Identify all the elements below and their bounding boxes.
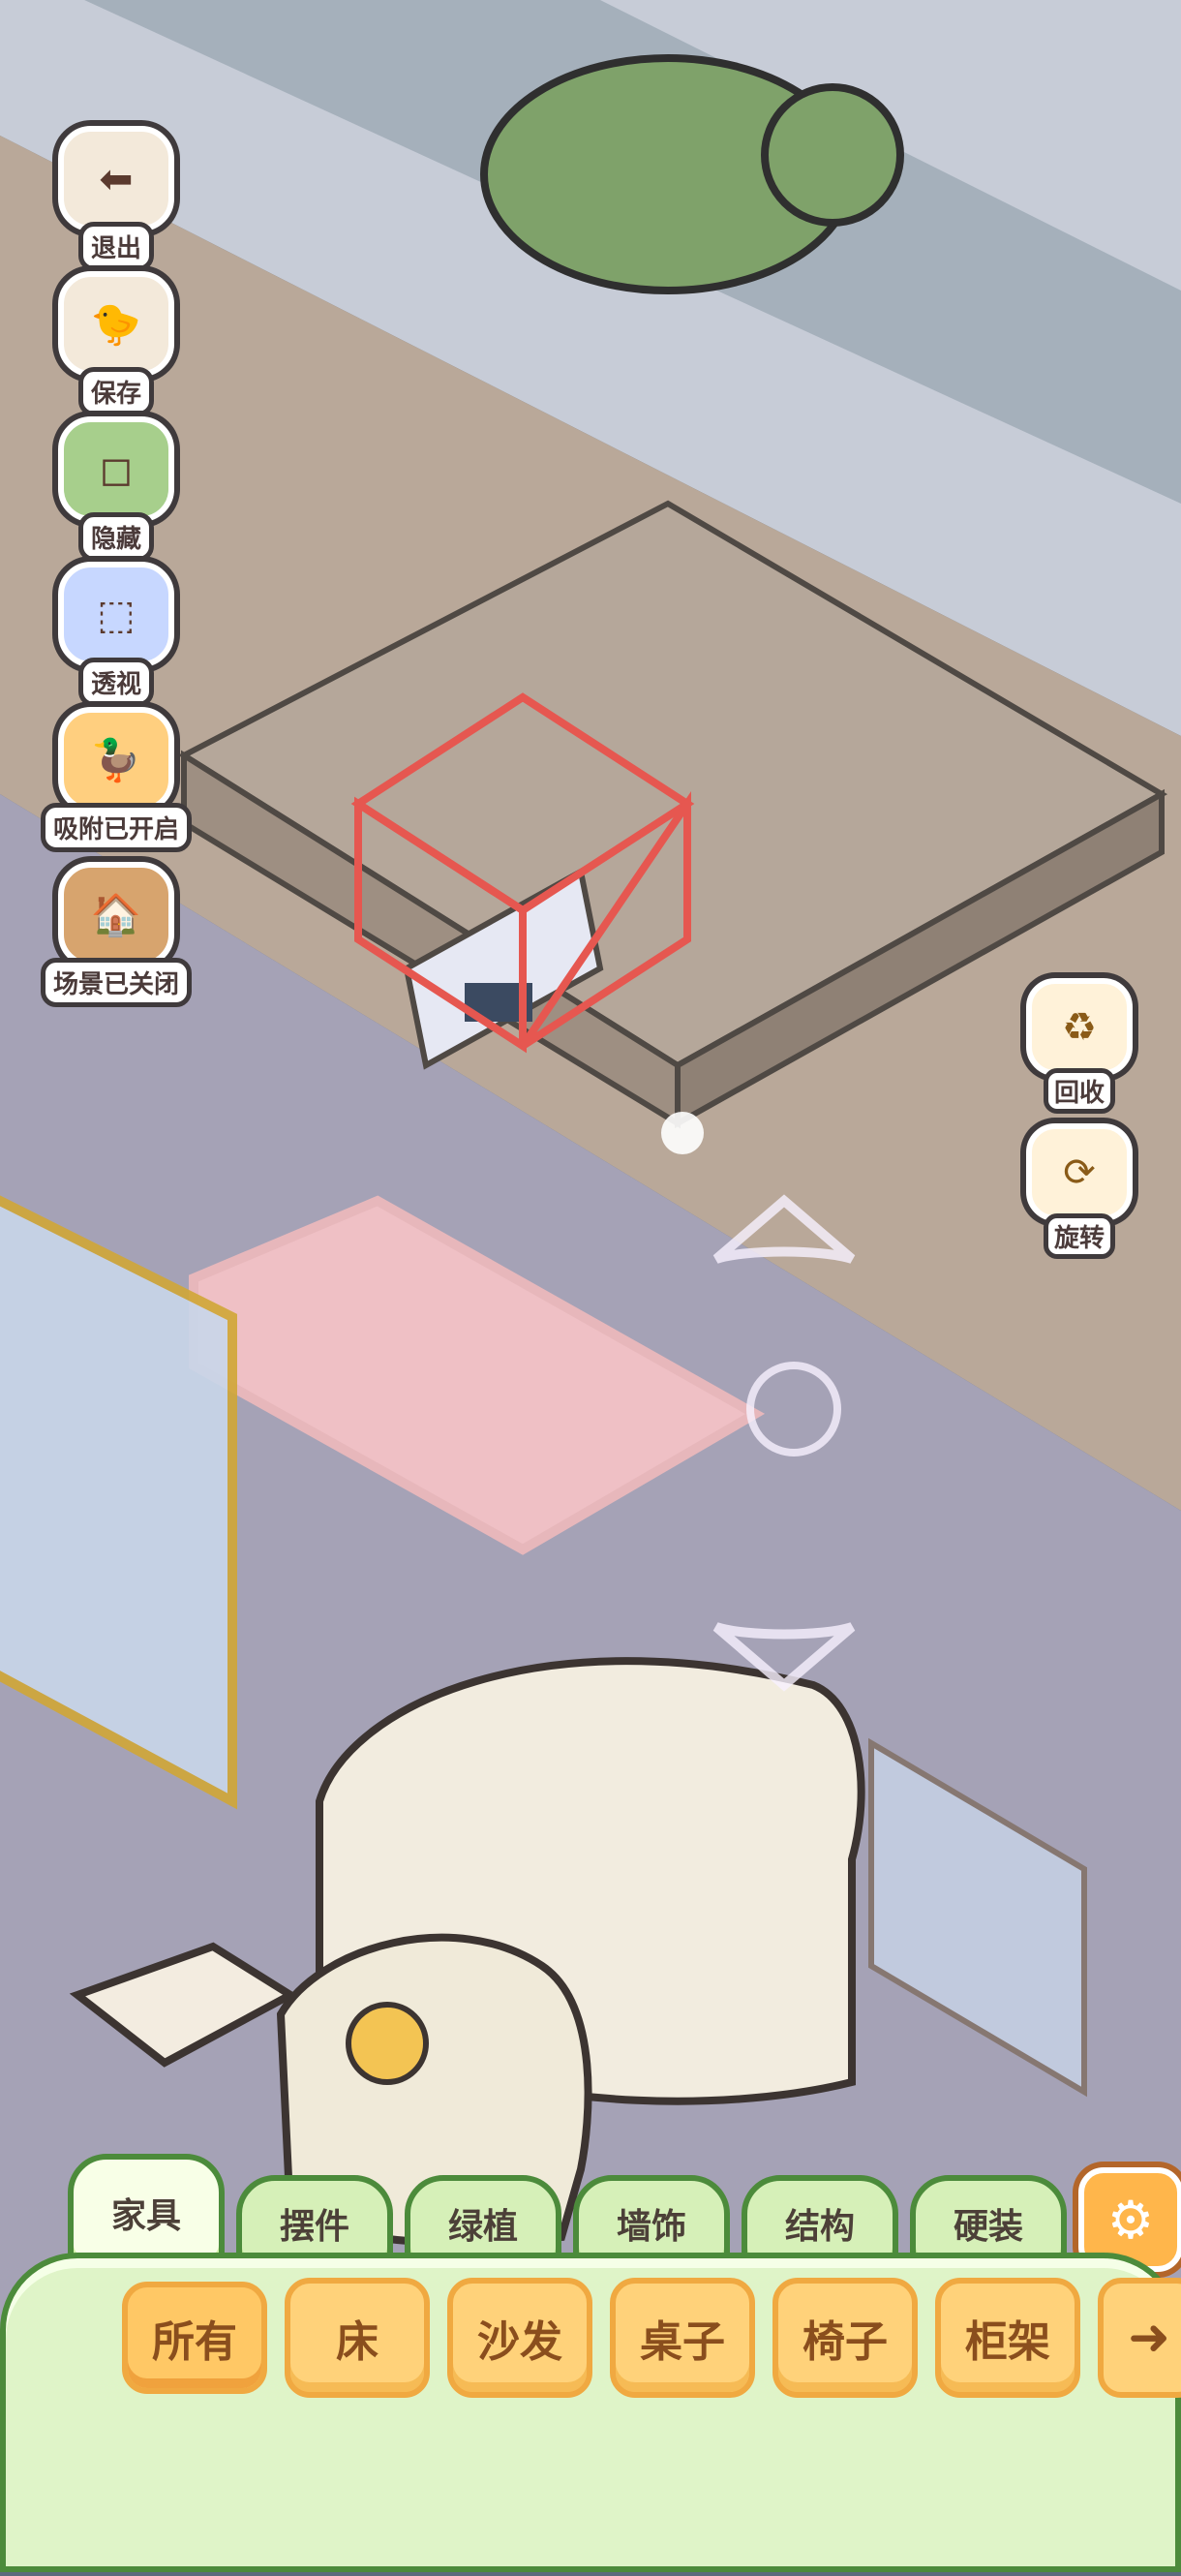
category-all-label: 所有 xyxy=(152,2317,237,2367)
category-chair[interactable]: 椅子 xyxy=(772,2278,918,2398)
rotate-label: 旋转 xyxy=(1043,1213,1115,1259)
movement-controls xyxy=(697,1181,891,1724)
scene-house-icon: 🏠 xyxy=(58,862,174,967)
move-center-ring[interactable] xyxy=(741,1356,847,1462)
category-shelf-label: 柜架 xyxy=(965,2317,1050,2367)
save-label: 保存 xyxy=(77,367,154,416)
exit-button[interactable]: ⬅ 退出 xyxy=(39,126,194,271)
snap-duck-icon: 🦆 xyxy=(58,707,174,813)
tab-furniture-label: 家具 xyxy=(110,2196,181,2236)
gear-icon: ⚙ xyxy=(1106,2189,1155,2251)
snap-label: 吸附已开启 xyxy=(40,803,192,852)
exit-label: 退出 xyxy=(77,222,154,271)
tab-plants-label: 绿植 xyxy=(447,2207,518,2247)
hide-label: 隐藏 xyxy=(77,512,154,562)
perspective-cube-icon: ⬚ xyxy=(58,562,174,667)
category-shelf[interactable]: 柜架 xyxy=(935,2278,1080,2398)
hide-frame-icon: ◻ xyxy=(58,416,174,522)
save-duck-icon: 🐤 xyxy=(58,271,174,377)
tab-hardware-label: 硬装 xyxy=(953,2207,1023,2247)
rotate-button[interactable]: ⟳ 旋转 xyxy=(1016,1123,1142,1259)
tab-wall-decor-label: 墙饰 xyxy=(616,2207,686,2247)
hide-button[interactable]: ◻ 隐藏 xyxy=(39,416,194,562)
category-bed[interactable]: 床 xyxy=(285,2278,430,2398)
rotate-hand-icon: ⟳ xyxy=(1026,1123,1133,1221)
save-button[interactable]: 🐤 保存 xyxy=(39,271,194,416)
arrow-right-icon: ➜ xyxy=(1128,2309,1170,2367)
recycle-icon: ♻ xyxy=(1026,978,1133,1076)
category-sofa[interactable]: 沙发 xyxy=(447,2278,592,2398)
tab-structure-label: 结构 xyxy=(784,2207,855,2247)
tab-decor-label: 摆件 xyxy=(279,2207,349,2247)
category-all[interactable]: 所有 xyxy=(122,2282,267,2394)
recycle-button[interactable]: ♻ 回收 xyxy=(1016,978,1142,1114)
snap-toggle-button[interactable]: 🦆 吸附已开启 xyxy=(39,707,194,852)
category-sofa-label: 沙发 xyxy=(477,2317,562,2367)
category-panel: 所有 床 沙发 桌子 椅子 柜架 ➜ xyxy=(0,2253,1181,2572)
category-table[interactable]: 桌子 xyxy=(610,2278,755,2398)
category-bed-label: 床 xyxy=(336,2317,379,2367)
scene-label: 场景已关闭 xyxy=(40,958,192,1007)
category-table-label: 桌子 xyxy=(640,2317,725,2367)
exit-arrow-icon: ⬅ xyxy=(58,126,174,231)
move-down-arrow[interactable] xyxy=(697,1608,871,1704)
subcategory-row: 所有 床 沙发 桌子 椅子 柜架 ➜ xyxy=(122,2278,1181,2398)
perspective-label: 透视 xyxy=(77,658,154,707)
scene-toggle-button[interactable]: 🏠 场景已关闭 xyxy=(39,862,194,1007)
next-category-button[interactable]: ➜ xyxy=(1098,2278,1181,2398)
bottom-dock: 家具 摆件 绿植 墙饰 结构 硬装 ⚙ 所有 床 沙发 桌子 椅子 柜架 ➜ xyxy=(0,2154,1181,2572)
perspective-button[interactable]: ⬚ 透视 xyxy=(39,562,194,707)
recycle-label: 回收 xyxy=(1043,1068,1115,1114)
category-chair-label: 椅子 xyxy=(802,2317,888,2367)
move-up-arrow[interactable] xyxy=(697,1181,871,1278)
